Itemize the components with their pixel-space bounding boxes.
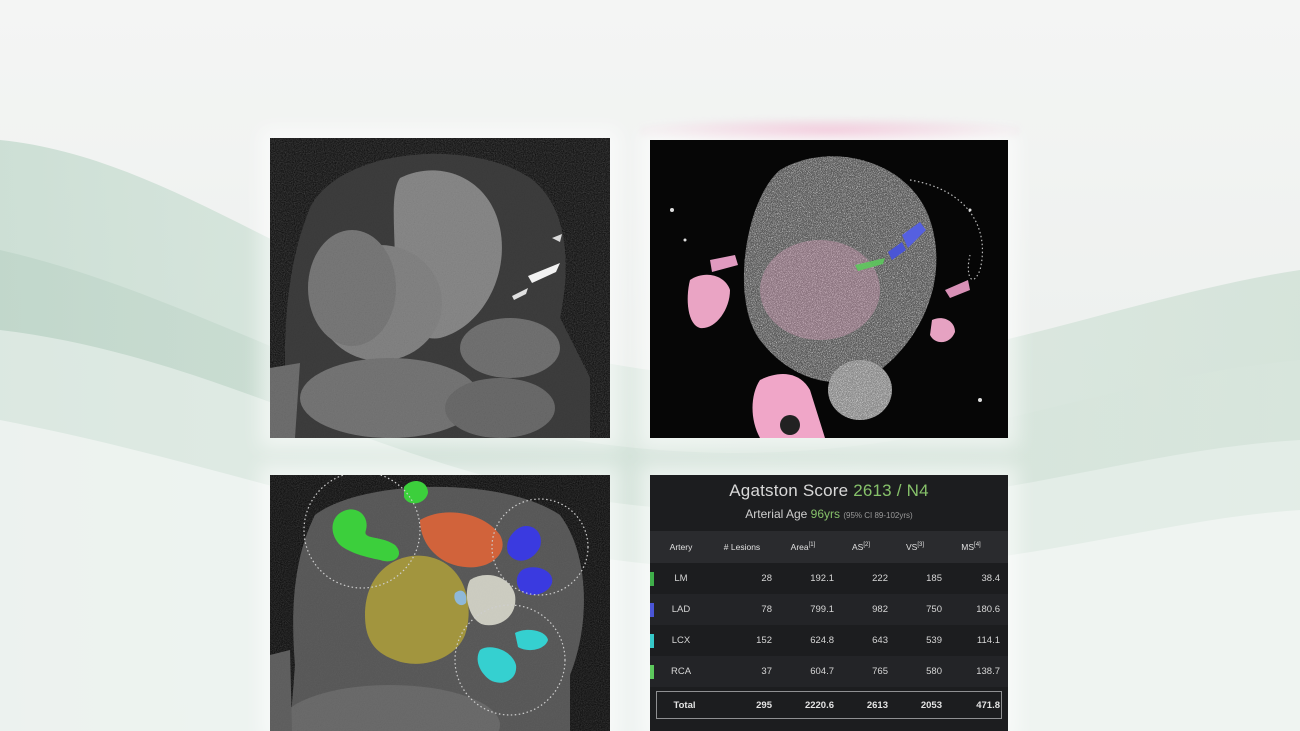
table-header-row: Artery # Lesions Area[1] AS[2] VS[3] MS[… — [650, 531, 1008, 563]
table-total-row: Total 295 2220.6 2613 2053 471.8 — [656, 691, 1002, 719]
score-header: Agatston Score 2613 / N4 Arterial Age 96… — [650, 475, 1008, 521]
table-row: LM 28 192.1 222 185 38.4 — [650, 563, 1008, 594]
ct-segmented-svg — [270, 475, 610, 731]
arterial-age: Arterial Age 96yrs (95% CI 89-102yrs) — [745, 507, 913, 521]
table-row: LCX 152 624.8 643 539 114.1 — [650, 625, 1008, 656]
table-row: RCA 37 604.7 765 580 138.7 — [650, 656, 1008, 687]
agatston-score-title: Agatston Score 2613 / N4 — [729, 481, 929, 500]
col-vs: VS[3] — [905, 542, 924, 552]
artery-color-swatch — [650, 572, 654, 586]
score-table: Artery # Lesions Area[1] AS[2] VS[3] MS[… — [650, 531, 1008, 719]
arterial-age-ci: (95% CI 89-102yrs) — [843, 511, 913, 520]
ct-axial-image — [270, 138, 610, 438]
artery-color-swatch — [650, 665, 654, 679]
col-as: AS[2] — [851, 542, 870, 552]
col-artery: Artery — [669, 542, 693, 552]
ct-segmented-image — [270, 475, 610, 731]
table-row: LAD 78 799.1 982 750 180.6 — [650, 594, 1008, 625]
artery-color-swatch — [650, 634, 654, 648]
col-area: Area[1] — [790, 542, 816, 552]
ct-calcium-overlay-image — [650, 140, 1008, 438]
agatston-score-value: 2613 / N4 — [853, 481, 929, 500]
col-lesions: # Lesions — [723, 542, 761, 552]
ct-calcium-svg — [650, 140, 1008, 438]
arterial-age-value: 96yrs — [810, 507, 840, 521]
artery-color-swatch — [650, 603, 654, 617]
ct-axial-svg — [270, 138, 610, 438]
agatston-score-panel: Agatston Score 2613 / N4 Arterial Age 96… — [650, 475, 1008, 731]
col-ms: MS[4] — [961, 542, 981, 552]
